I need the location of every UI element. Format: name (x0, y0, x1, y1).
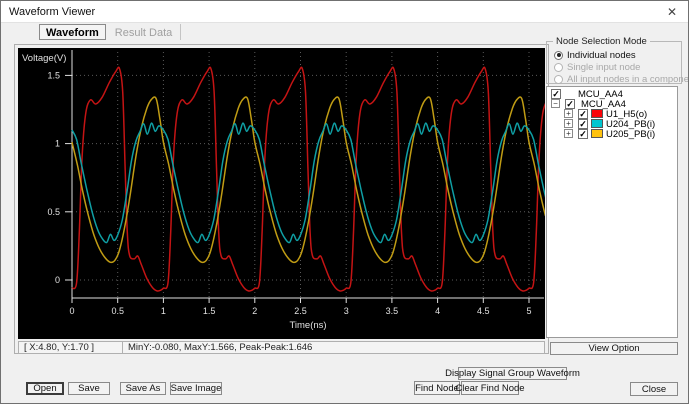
expand-icon[interactable]: + (564, 119, 573, 128)
radio-selected-dot (556, 53, 561, 57)
radio-label: Individual nodes (567, 49, 636, 61)
cursor-position-readout: [ X:4.80, Y:1.70 ] (18, 341, 123, 354)
radio-circle-icon (554, 74, 563, 84)
waveform-stats-readout: MinY:-0.080, MaxY:1.566, Peak-Peak:1.646 (123, 341, 545, 354)
tab-waveform[interactable]: Waveform (39, 24, 106, 40)
x-tick-label: 5 (526, 306, 531, 316)
checkbox-icon[interactable]: ✓ (578, 119, 588, 129)
close-button[interactable]: Close (630, 382, 678, 396)
y-tick-label: 1.5 (47, 70, 60, 80)
tree-item-u204-pb-i-[interactable]: + ✓ U204_PB(i) (547, 119, 677, 130)
chart-status-bar: [ X:4.80, Y:1.70 ] MinY:-0.080, MaxY:1.5… (18, 341, 545, 354)
x-tick-label: 1 (161, 306, 166, 316)
radio-circle-icon[interactable] (554, 50, 563, 60)
checkbox-icon[interactable]: ✓ (551, 89, 561, 99)
tab-bar: Waveform Result Data (39, 24, 182, 40)
display-signal-group-waveform-button[interactable]: Display Signal Group Waveform (445, 367, 580, 380)
radio-circle-icon (554, 62, 563, 72)
radio-label: All input nodes in a component (567, 73, 689, 85)
view-option-button[interactable]: View Option (550, 342, 678, 355)
x-axis-label: Time(ns) (289, 320, 326, 331)
tree-item-mcu-aa4[interactable]: ✓ MCU_AA4 (547, 89, 677, 100)
collapse-icon[interactable]: − (551, 99, 560, 108)
y-tick-label: 1 (55, 139, 60, 149)
y-axis-label: Voltage(V) (22, 53, 66, 64)
close-icon[interactable]: ✕ (656, 1, 688, 22)
title-bar: Waveform Viewer ✕ (1, 1, 688, 23)
trace-color-swatch (591, 129, 603, 138)
checkbox-icon[interactable]: ✓ (565, 99, 575, 109)
node-selection-mode-title: Node Selection Mode (553, 36, 650, 47)
save-image-button[interactable]: Save Image (170, 382, 222, 395)
trace-color-swatch (591, 119, 603, 128)
open-button[interactable]: Open (26, 382, 64, 395)
x-tick-label: 0 (69, 306, 74, 316)
tree-item-mcu-aa4[interactable]: − ✓ MCU_AA4 (547, 99, 677, 110)
x-tick-label: 4 (435, 306, 440, 316)
checkbox-icon[interactable]: ✓ (578, 109, 588, 119)
x-tick-label: 3 (344, 306, 349, 316)
window-title: Waveform Viewer (9, 5, 96, 18)
radio-individual-nodes[interactable]: Individual nodes (554, 49, 636, 61)
trace-color-swatch (591, 109, 603, 118)
find-node-button[interactable]: Find Node (414, 381, 460, 395)
y-tick-label: 0.5 (47, 207, 60, 217)
tree-item-label[interactable]: U205_PB(i) (606, 129, 655, 140)
x-tick-label: 0.5 (111, 306, 124, 316)
save-as-button[interactable]: Save As (120, 382, 166, 395)
node-selection-mode-group: Node Selection Mode Individual nodes Sing… (546, 36, 688, 85)
save-button[interactable]: Save (68, 382, 110, 395)
x-tick-label: 4.5 (477, 306, 490, 316)
trace-U1_H5(o) (71, 66, 545, 292)
clear-find-node-button[interactable]: Clear Find Node (455, 381, 525, 395)
tree-item-u205-pb-i-[interactable]: + ✓ U205_PB(i) (547, 129, 677, 140)
chart-panel: 0 0.5 1 1.5 0 0.5 1 1.5 2 2.5 3 3.5 4 4.5 5 Voltage(V) T… (14, 44, 549, 354)
waveform-viewer-window: Waveform Viewer ✕ Waveform Result Data 0… (0, 0, 689, 404)
radio-single-input-node: Single input node (554, 61, 641, 73)
checkbox-icon[interactable]: ✓ (578, 129, 588, 139)
x-tick-label: 2.5 (294, 306, 307, 316)
expand-icon[interactable]: + (564, 109, 573, 118)
radio-label: Single input node (567, 61, 641, 73)
expand-icon[interactable]: + (564, 129, 573, 138)
y-tick-label: 0 (55, 275, 60, 285)
x-tick-label: 1.5 (203, 306, 216, 316)
tab-result-data[interactable]: Result Data (107, 24, 182, 40)
tree-item-u1-h5-o-[interactable]: + ✓ U1_H5(o) (547, 109, 677, 120)
x-tick-label: 3.5 (386, 306, 399, 316)
waveform-chart[interactable]: 0 0.5 1 1.5 0 0.5 1 1.5 2 2.5 3 3.5 4 4.5 5 Voltage(V) T… (18, 48, 545, 339)
node-tree[interactable]: ✓ MCU_AA4− ✓ MCU_AA4 + ✓ U1_H5(o) + ✓ U204_PB(i) +… (546, 86, 678, 338)
radio-all-input-nodes-in-a-component: All input nodes in a component (554, 73, 689, 85)
x-tick-label: 2 (252, 306, 257, 316)
